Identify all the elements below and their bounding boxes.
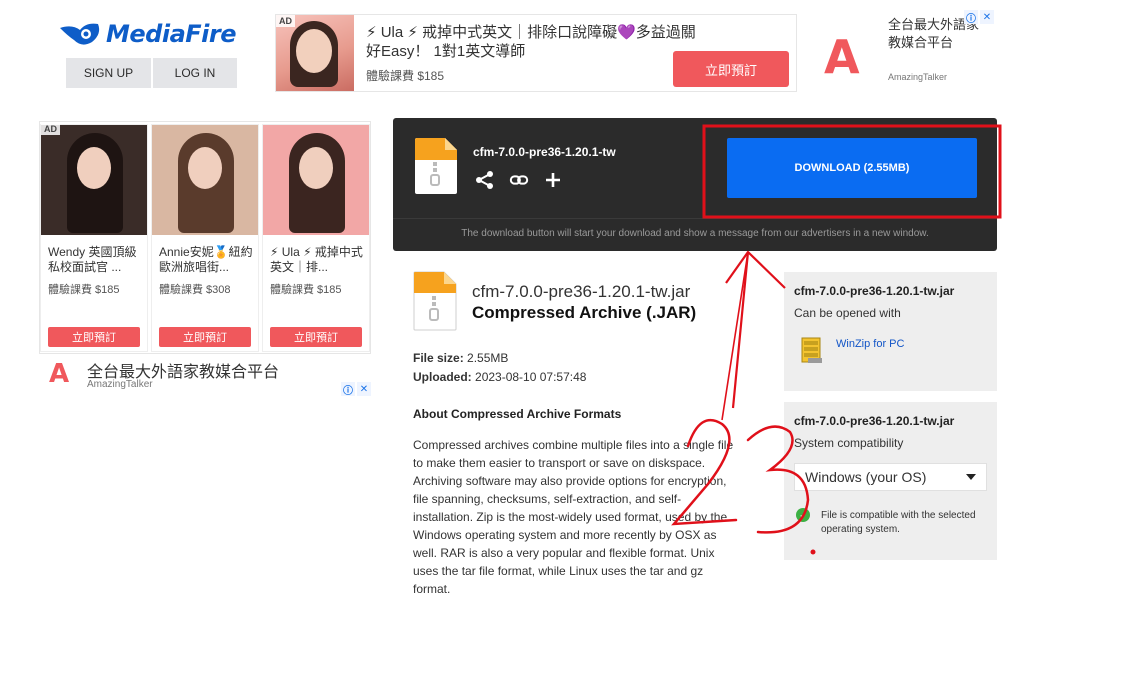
flame-icon: [60, 23, 100, 45]
book-button[interactable]: 立即預訂: [48, 327, 140, 347]
chevron-down-icon: [966, 474, 976, 480]
compatibility-box: cfm-7.0.0-pre36-1.20.1-tw.jar System com…: [784, 402, 997, 560]
download-note: The download button will start your down…: [461, 228, 929, 239]
uploaded-label: Uploaded:: [413, 370, 472, 384]
close-icon[interactable]: ✕: [357, 382, 371, 396]
file-size-row: File size: 2.55MB: [413, 351, 508, 365]
file-actions: [475, 170, 563, 190]
adchoices[interactable]: ⓘ ✕: [341, 382, 371, 397]
ad-card[interactable]: Wendy 英國頂級私校面試官 ... 體驗課費 $185 立即預訂: [40, 124, 148, 352]
login-button[interactable]: LOG IN: [153, 58, 237, 88]
file-name: cfm-7.0.0-pre36-1.20.1-tw: [473, 145, 616, 159]
arrow-stem: [721, 251, 749, 421]
arrow-shaft: [731, 250, 786, 409]
zip-file-icon: [415, 138, 457, 194]
zip-file-icon: [413, 271, 457, 331]
uploaded-value: 2023-08-10 07:57:48: [475, 370, 587, 384]
link-icon[interactable]: [509, 170, 529, 190]
signup-button[interactable]: SIGN UP: [66, 58, 151, 88]
top-banner-ad[interactable]: AD ⚡ Ula ⚡ 戒掉中式英文｜排除口說障礙💜多益過關好Easy！ 1對1英…: [275, 14, 797, 92]
tutor-price: 體驗課費 $185: [48, 284, 120, 296]
compat-heading: cfm-7.0.0-pre36-1.20.1-tw.jar: [794, 414, 955, 428]
ad-price: 體驗課費 $185: [366, 69, 445, 83]
os-selected: Windows (your OS): [805, 469, 927, 485]
info-icon[interactable]: ⓘ: [341, 382, 355, 397]
ad-book-button[interactable]: 立即預訂: [673, 51, 789, 87]
compat-text: File is compatible with the selected ope…: [821, 510, 976, 535]
arrow-head: [725, 251, 749, 284]
compat-sub: System compatibility: [794, 436, 904, 450]
ad-card[interactable]: Annie安妮🏅紐約歐洲旅唱街... 體驗課費 $308 立即預訂: [151, 124, 259, 352]
file-type: Compressed Archive (.JAR): [472, 303, 697, 322]
logo-text: MediaFire: [106, 20, 237, 48]
ad-title[interactable]: ⚡ Ula ⚡ 戒掉中式英文｜排除口說障礙💜多益過關好Easy！ 1對1英文導師: [366, 23, 706, 61]
open-with-sub: Can be opened with: [794, 306, 901, 320]
tutor-name: Annie安妮🏅紐約歐洲旅唱街...: [159, 245, 253, 274]
tutor-price: 體驗課費 $308: [159, 284, 231, 296]
file-size-value: 2.55MB: [467, 351, 509, 365]
tutor-photo: [152, 125, 258, 235]
ad-badge: AD: [276, 15, 295, 27]
ad-brand: AmazingTalker: [888, 72, 948, 82]
os-select[interactable]: Windows (your OS): [794, 463, 987, 491]
adchoices[interactable]: ⓘ ✕: [964, 10, 994, 25]
book-button[interactable]: 立即預訂: [270, 327, 362, 347]
ad-card[interactable]: ⚡ Ula ⚡ 戒掉中式英文｜排... 體驗課費 $185 立即預訂: [262, 124, 370, 352]
close-icon[interactable]: ✕: [980, 10, 994, 24]
top-right-ad[interactable]: A 全台最大外語家教媒合平台 AmazingTalker ⓘ ✕: [806, 10, 998, 90]
tutor-price: 體驗課費 $185: [270, 284, 342, 296]
share-icon[interactable]: [475, 170, 495, 190]
add-icon[interactable]: [543, 170, 563, 190]
left-ad-block[interactable]: Wendy 英國頂級私校面試官 ... 體驗課費 $185 立即預訂 Annie…: [39, 121, 371, 354]
file-size-label: File size:: [413, 351, 464, 365]
open-with-box: cfm-7.0.0-pre36-1.20.1-tw.jar Can be ope…: [784, 272, 997, 391]
tutor-photo: [263, 125, 369, 235]
tutor-name: Wendy 英國頂級私校面試官 ...: [48, 245, 137, 274]
amazingtalker-logo: A: [824, 30, 860, 84]
tutor-photo: [41, 125, 147, 235]
tutor-name: ⚡ Ula ⚡ 戒掉中式英文｜排...: [270, 245, 363, 274]
about-heading: About Compressed Archive Formats: [413, 407, 622, 421]
panel-divider: [393, 218, 997, 219]
winzip-link[interactable]: WinZip for PC: [836, 338, 904, 350]
ad-badge: AD: [41, 123, 60, 135]
winzip-icon[interactable]: [798, 336, 826, 364]
download-button[interactable]: DOWNLOAD (2.55MB): [727, 138, 977, 198]
about-paragraph: Compressed archives combine multiple fil…: [413, 438, 734, 596]
uploaded-row: Uploaded: 2023-08-10 07:57:48: [413, 370, 586, 384]
info-icon[interactable]: ⓘ: [964, 10, 978, 25]
mediafire-logo[interactable]: MediaFire: [58, 17, 243, 51]
check-icon: ✓: [796, 508, 810, 522]
open-with-heading: cfm-7.0.0-pre36-1.20.1-tw.jar: [794, 284, 955, 298]
book-button[interactable]: 立即預訂: [159, 327, 251, 347]
amazingtalker-logo: A: [49, 359, 70, 389]
left-ad-footer[interactable]: A 全台最大外語家教媒合平台 AmazingTalker ⓘ ✕: [39, 355, 371, 397]
ad-brand: AmazingTalker: [87, 379, 153, 390]
file-title: cfm-7.0.0-pre36-1.20.1-tw.jar: [472, 282, 691, 301]
